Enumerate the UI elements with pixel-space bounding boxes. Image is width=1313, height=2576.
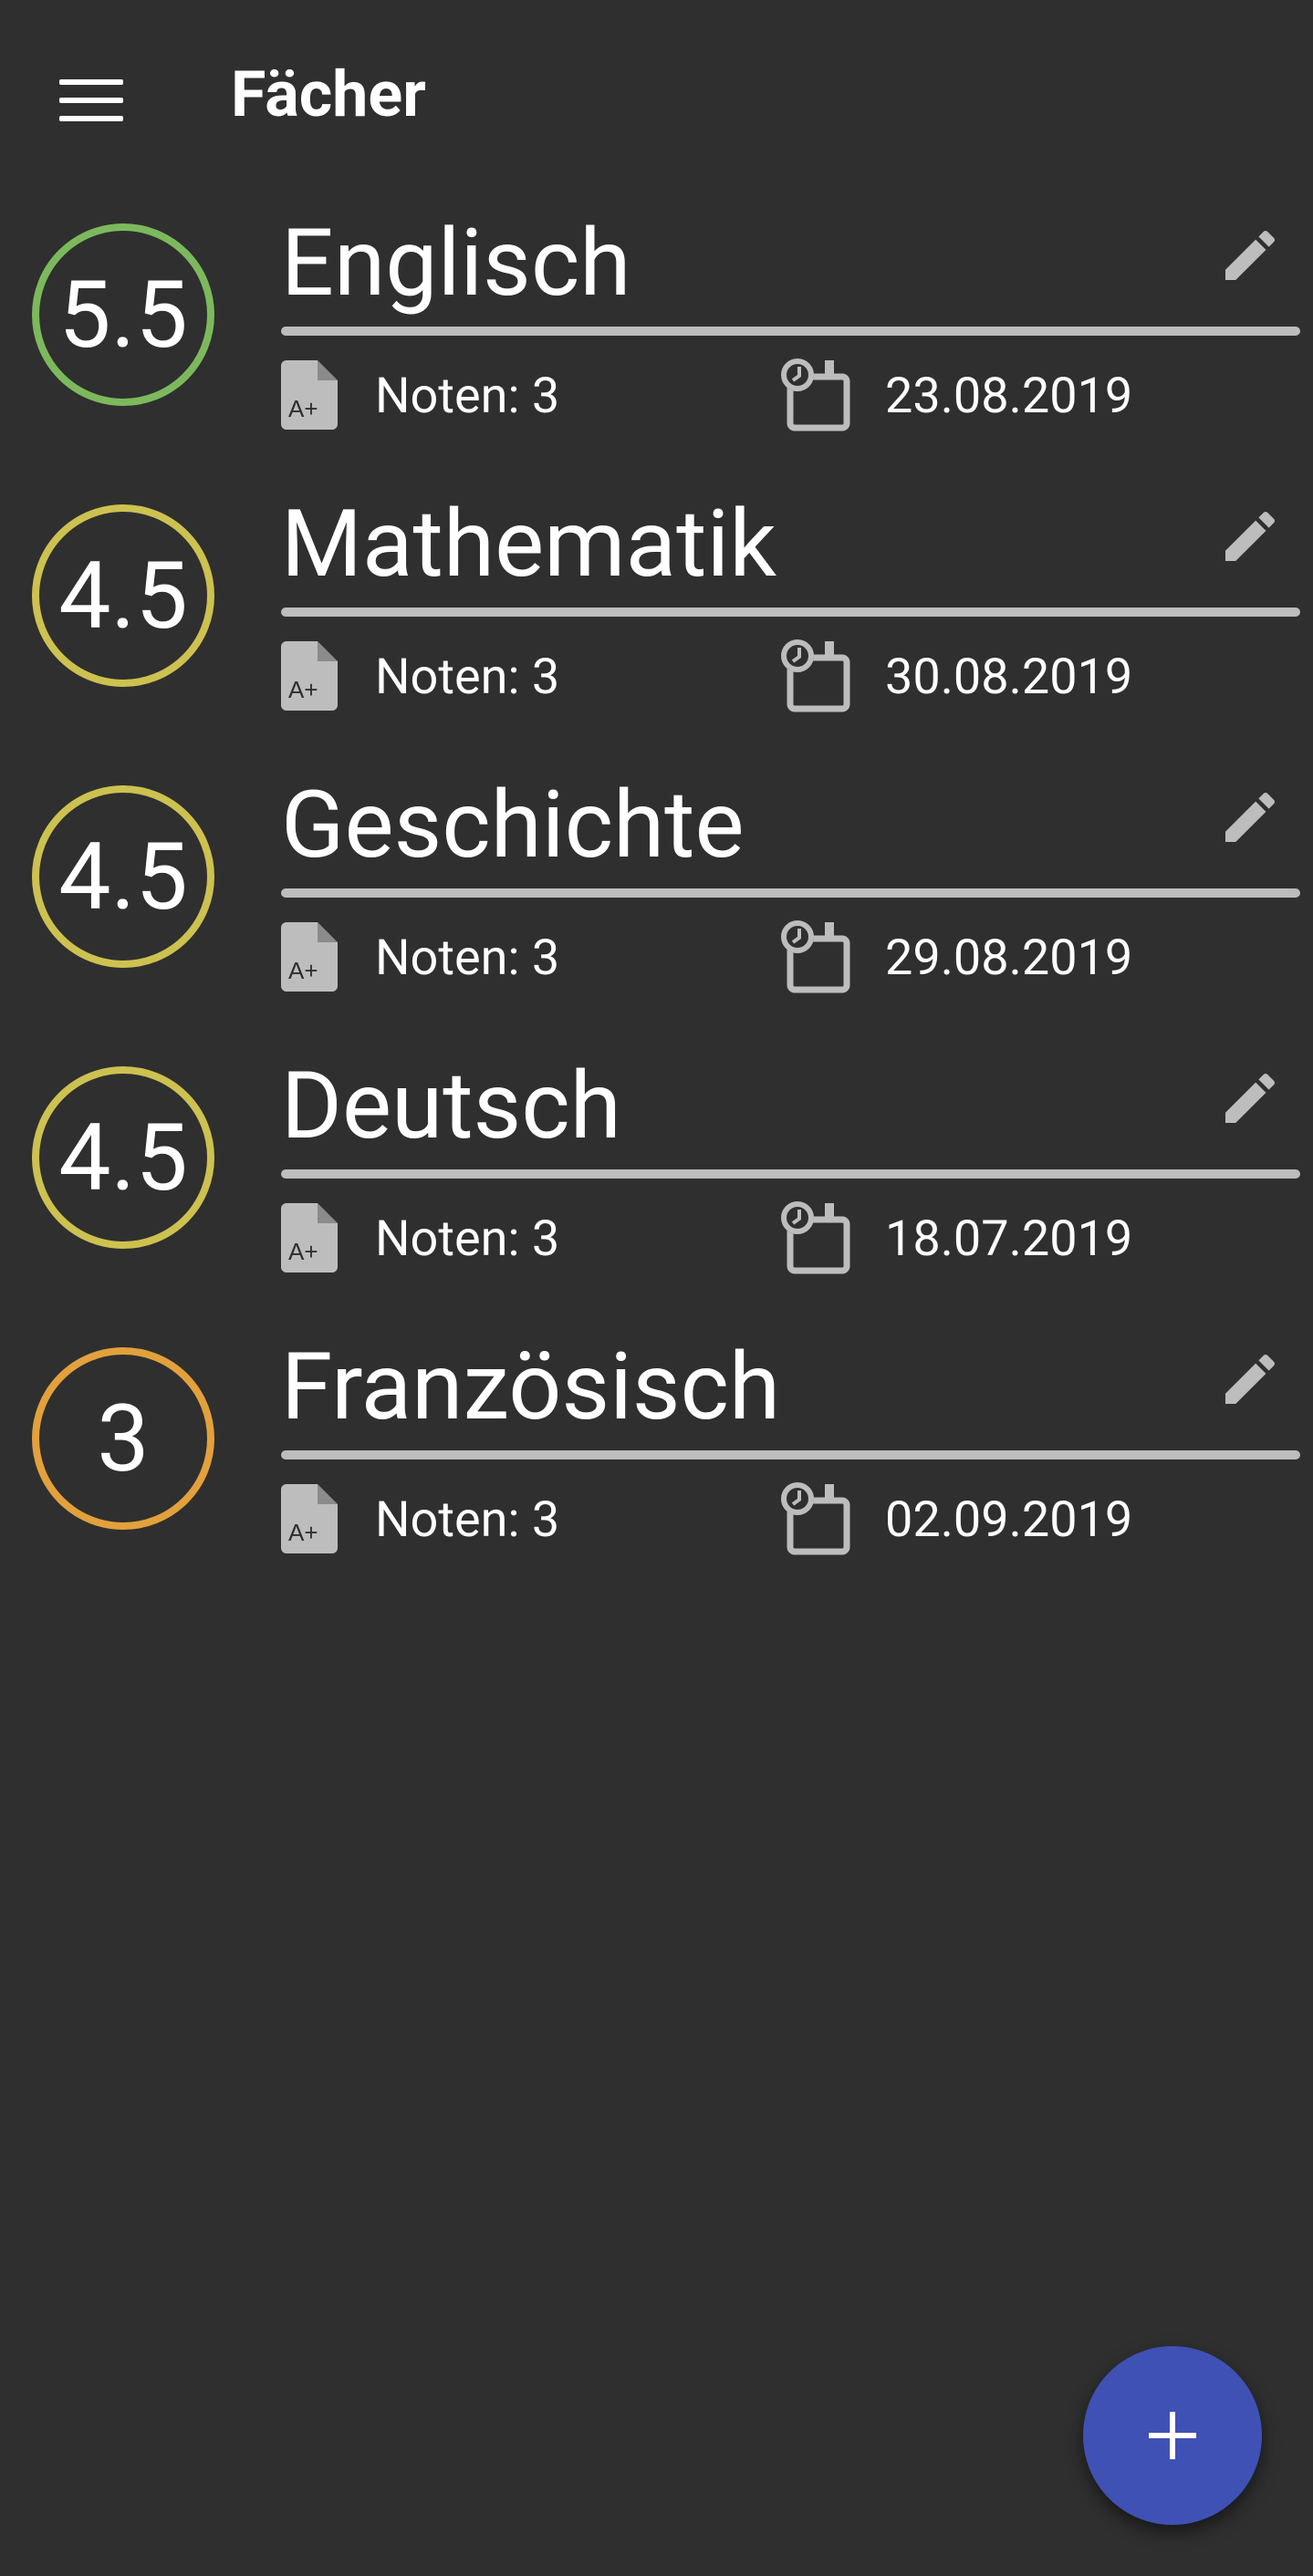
edit-subject-button[interactable] [1204, 1334, 1296, 1425]
grade-average-badge: 4.5 [32, 1066, 214, 1249]
app-bar: Fächer [0, 0, 1313, 182]
grades-count: Noten: 3 [375, 1210, 560, 1268]
grade-average-value: 4.5 [58, 1103, 188, 1212]
subject-row[interactable]: 4.5 Geschichte A+ Noten: 3 29.08.2019 [0, 758, 1313, 1039]
edit-subject-button[interactable] [1204, 210, 1296, 301]
subject-name: Englisch [281, 208, 631, 317]
last-modified-date: 02.09.2019 [885, 1491, 1133, 1549]
plus-icon [1149, 2412, 1196, 2459]
subject-row[interactable]: 4.5 Mathematik A+ Noten: 3 30.08.2019 [0, 477, 1313, 758]
grade-document-icon: A+ [281, 1203, 338, 1272]
subject-name: Geschichte [281, 770, 745, 879]
grade-average-badge: 4.5 [32, 785, 214, 968]
edit-subject-button[interactable] [1204, 1053, 1296, 1144]
last-modified-date: 18.07.2019 [885, 1210, 1133, 1268]
grades-count: Noten: 3 [375, 1491, 560, 1549]
pencil-icon [1225, 1354, 1276, 1404]
grade-average-value: 4.5 [58, 822, 188, 931]
grade-average-value: 4.5 [58, 541, 188, 650]
grade-document-icon: A+ [281, 1484, 338, 1553]
clock-calendar-icon [781, 1201, 850, 1274]
grades-count: Noten: 3 [375, 930, 560, 987]
edit-subject-button[interactable] [1204, 491, 1296, 582]
subject-divider [281, 888, 1300, 898]
svg-text:A+: A+ [288, 676, 318, 703]
svg-text:A+: A+ [288, 1238, 318, 1265]
pencil-icon [1225, 230, 1276, 280]
clock-calendar-icon [781, 920, 850, 993]
grade-document-icon: A+ [281, 922, 338, 992]
clock-calendar-icon [781, 358, 850, 431]
grades-count: Noten: 3 [375, 649, 560, 706]
subject-list: 5.5 Englisch A+ Noten: 3 23.08.2019 4.5 … [0, 196, 1313, 1601]
subject-row[interactable]: 5.5 Englisch A+ Noten: 3 23.08.2019 [0, 196, 1313, 477]
last-modified-date: 30.08.2019 [885, 649, 1133, 706]
subject-divider [281, 1450, 1300, 1459]
subject-row[interactable]: 4.5 Deutsch A+ Noten: 3 18.07.2019 [0, 1039, 1313, 1320]
grade-document-icon: A+ [281, 360, 338, 430]
menu-button[interactable] [36, 50, 146, 151]
last-modified-date: 29.08.2019 [885, 930, 1133, 987]
page-title: Fächer [231, 57, 426, 132]
subject-divider [281, 608, 1300, 617]
subject-divider [281, 327, 1300, 336]
svg-text:A+: A+ [288, 1519, 318, 1546]
hamburger-menu-icon [59, 79, 123, 121]
grade-average-badge: 3 [32, 1347, 214, 1530]
add-subject-button[interactable] [1083, 2346, 1262, 2525]
svg-text:A+: A+ [288, 957, 318, 984]
svg-text:A+: A+ [288, 395, 318, 422]
subject-name: Französisch [281, 1332, 781, 1441]
grade-average-badge: 5.5 [32, 223, 214, 406]
last-modified-date: 23.08.2019 [885, 368, 1133, 425]
subject-divider [281, 1169, 1300, 1179]
grades-count: Noten: 3 [375, 368, 560, 425]
pencil-icon [1225, 511, 1276, 561]
clock-calendar-icon [781, 639, 850, 712]
clock-calendar-icon [781, 1482, 850, 1555]
pencil-icon [1225, 1073, 1276, 1123]
grade-average-value: 3 [97, 1384, 150, 1493]
subject-name: Deutsch [281, 1051, 621, 1160]
grade-average-badge: 4.5 [32, 504, 214, 687]
grade-document-icon: A+ [281, 641, 338, 711]
pencil-icon [1225, 792, 1276, 842]
edit-subject-button[interactable] [1204, 772, 1296, 863]
subject-name: Mathematik [281, 489, 776, 598]
subject-row[interactable]: 3 Französisch A+ Noten: 3 02.09.2019 [0, 1320, 1313, 1601]
grade-average-value: 5.5 [58, 260, 188, 369]
